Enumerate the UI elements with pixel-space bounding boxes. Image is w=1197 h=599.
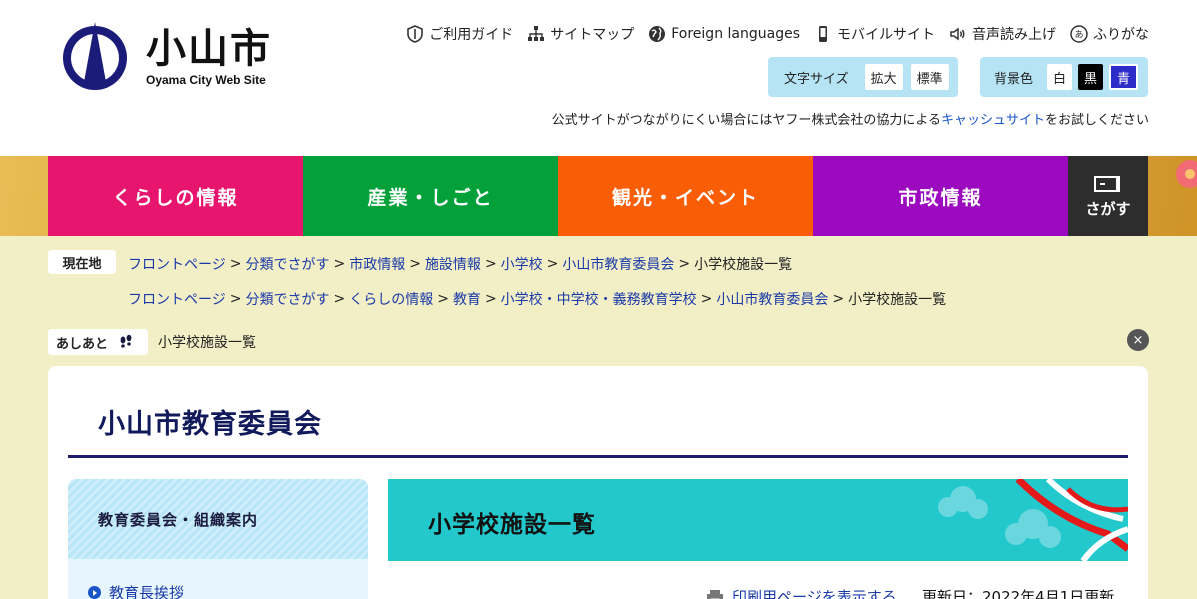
ashiato-close-button[interactable]: × [1127,329,1149,351]
cache-note-text: 公式サイトがつながりにくい場合にはヤフー株式会社の協力による [551,113,941,128]
svg-text:あ: あ [1074,30,1083,41]
page-title-banner: 小学校施設一覧 [388,479,1128,561]
furigana-link[interactable]: あ ふりがな [1070,24,1149,44]
cache-note-tail: をお試しください [1044,113,1149,128]
font-size-control: 文字サイズ 拡大 標準 [768,57,958,97]
breadcrumb-link[interactable]: 分類でさがす [245,289,329,309]
breadcrumb-link[interactable]: 小山市教育委員会 [562,254,674,274]
breadcrumb-separator: > [546,256,559,272]
shield-icon [407,25,424,43]
sitemap-label: サイトマップ [550,27,635,43]
breadcrumb-link[interactable]: くらしの情報 [349,289,433,309]
search-box-icon [1094,175,1120,192]
breadcrumb-separator: > [229,291,242,307]
breadcrumb-current: 小学校施設一覧 [848,292,947,308]
section-title: 小山市教育委員会 [98,409,322,440]
footprints-icon [120,334,132,348]
mobile-icon [819,26,827,42]
breadcrumb-separator: > [484,291,497,307]
sidebar-heading[interactable]: 教育委員会・組織案内 [68,479,368,559]
sitemap-icon [528,26,545,41]
breadcrumb-link[interactable]: フロントページ [128,254,226,274]
breadcrumb-separator: > [333,291,346,307]
gnav-kurashi[interactable]: くらしの情報 [48,156,303,236]
globe-icon [649,26,666,42]
breadcrumb-separator: > [700,291,713,307]
utility-nav: ご利用ガイド サイトマップ Foreign languages モバイルサイト … [406,24,1149,44]
breadcrumb-link[interactable]: フロントページ [128,289,226,309]
breadcrumb-label: 現在地 [48,250,116,274]
sitemap-link[interactable]: サイトマップ [527,24,634,44]
breadcrumb-separator: > [409,256,421,272]
bg-white-button[interactable]: 白 [1047,64,1073,90]
breadcrumb-link[interactable]: 教育 [453,289,481,309]
flower-cord-decoration-icon [938,479,1128,561]
site-title: 小山市 [146,26,272,72]
breadcrumb-alt: フロントページ > 分類でさがす > くらしの情報 > 教育 > 小学校・中学校・義務教… [128,289,946,309]
breadcrumb-link[interactable]: 分類でさがす [245,254,329,274]
mobile-site-label: モバイルサイト [837,27,935,43]
cache-site-note: 公式サイトがつながりにくい場合にはヤフー株式会社の協力によるキャッシュサイトをお… [552,109,1149,128]
arrow-circle-icon [88,586,101,599]
updated-date: 更新日：2022年4月1日更新 [922,588,1115,599]
section-divider [68,455,1128,458]
mobile-site-link[interactable]: モバイルサイト [814,24,935,44]
gnav-sangyo[interactable]: 産業・しごと [303,156,558,236]
breadcrumb-current: 小学校施設一覧 [694,257,793,273]
ashiato-label-text: あしあと [56,336,109,352]
breadcrumb-separator: > [832,291,845,307]
sidebar-item-greeting[interactable]: 教育長挨拶 [88,582,184,599]
breadcrumb-separator: > [678,256,691,272]
global-nav: くらしの情報 産業・しごと 観光・イベント 市政情報 さがす [48,156,1148,236]
page-title: 小学校施設一覧 [428,512,596,538]
sidebar-item-label: 教育長挨拶 [109,584,185,599]
font-enlarge-button[interactable]: 拡大 [864,64,903,90]
speaker-icon [950,27,965,41]
font-size-label: 文字サイズ [784,71,849,87]
foreign-languages-link[interactable]: Foreign languages [648,24,800,44]
foreign-languages-label: Foreign languages [671,26,800,42]
site-logo[interactable]: 小山市 Oyama City Web Site [60,20,272,94]
bg-color-label: 背景色 [994,71,1034,87]
ashiato-label: あしあと [48,329,148,355]
voice-reading-link[interactable]: 音声読み上げ [949,24,1056,44]
breadcrumb-separator: > [437,291,449,307]
breadcrumb-link[interactable]: 小学校 [501,254,543,274]
furigana-icon: あ [1070,25,1088,43]
gnav-search-label: さがす [1085,199,1131,218]
cache-site-link[interactable]: キャッシュサイト [941,113,1045,128]
guide-label: ご利用ガイド [429,27,514,43]
city-emblem-icon [63,22,127,90]
guide-link[interactable]: ご利用ガイド [406,24,513,44]
gnav-kanko[interactable]: 観光・イベント [558,156,813,236]
voice-reading-label: 音声読み上げ [972,27,1056,43]
breadcrumb-link[interactable]: 小学校・中学校・義務教育学校 [501,289,697,309]
breadcrumb-separator: > [484,256,497,272]
font-standard-button[interactable]: 標準 [910,64,949,90]
breadcrumb-separator: > [229,256,242,272]
printer-icon [707,589,723,599]
breadcrumb-separator: > [333,256,346,272]
bg-blue-button[interactable]: 青 [1109,64,1139,90]
print-page-link[interactable]: 印刷用ページを表示する [706,586,897,599]
breadcrumb: フロントページ > 分類でさがす > 市政情報 > 施設情報 > 小学校 > 小山市教育委… [128,254,792,274]
gnav-search-button[interactable]: さがす [1068,156,1148,236]
gnav-shisei[interactable]: 市政情報 [813,156,1068,236]
bg-black-button[interactable]: 黒 [1078,64,1104,90]
flower-decoration-icon [1176,160,1197,188]
breadcrumb-link[interactable]: 小山市教育委員会 [716,289,828,309]
ashiato-item[interactable]: 小学校施設一覧 [158,332,256,352]
furigana-label: ふりがな [1093,27,1149,43]
site-subtitle: Oyama City Web Site [146,73,266,87]
bg-color-control: 背景色 白 黒 青 [980,57,1148,97]
site-header: 小山市 Oyama City Web Site ご利用ガイド サイトマップ Fo… [0,0,1197,156]
breadcrumb-link[interactable]: 市政情報 [349,254,405,274]
breadcrumb-link[interactable]: 施設情報 [425,254,481,274]
print-link-label: 印刷用ページを表示する [732,588,897,599]
